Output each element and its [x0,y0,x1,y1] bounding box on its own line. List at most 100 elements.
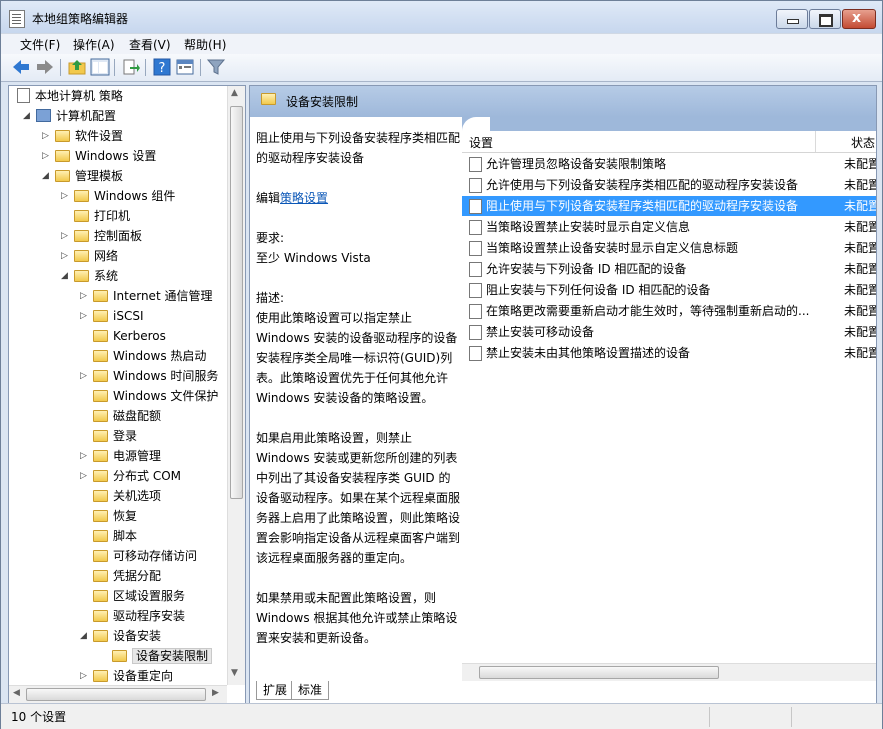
tree-item[interactable]: 区域设置服务 [93,586,185,606]
collapsed-arrow-icon[interactable]: ▷ [80,306,89,326]
tree-item[interactable]: ▷ 电源管理 [80,446,161,466]
policy-setting-icon [469,241,482,256]
tree-item[interactable]: 关机选项 [93,486,161,506]
collapsed-arrow-icon[interactable]: ▷ [80,466,89,486]
collapsed-arrow-icon[interactable]: ▷ [61,226,70,246]
details-header: 设备安装限制 [250,86,876,117]
setting-name: 允许安装与下列设备 ID 相匹配的设备 [486,262,687,276]
edit-policy-link[interactable]: 策略设置 [280,191,328,205]
setting-row[interactable]: 当策略设置禁止设备安装时显示自定义信息标题 未配置 [462,238,876,258]
tree-item[interactable]: ▷ iSCSI [80,306,144,326]
list-horizontal-scrollbar[interactable] [462,663,876,681]
scroll-thumb[interactable] [26,688,206,701]
setting-row[interactable]: 禁止安装可移动设备 未配置 [462,322,876,342]
column-setting[interactable]: 设置 [469,134,493,151]
setting-state: 未配置 [844,157,877,171]
menu-view[interactable]: 查看(V) [129,36,171,53]
collapsed-arrow-icon[interactable]: ▷ [80,366,89,386]
tree-item[interactable]: ▷ Windows 组件 [61,186,175,206]
scroll-thumb[interactable] [230,106,243,499]
tree-item[interactable]: ◢ 设备安装 [80,626,161,646]
collapsed-arrow-icon[interactable]: ▷ [61,246,70,266]
filter-icon[interactable] [206,58,226,76]
tree-item[interactable]: Kerberos [93,326,166,346]
setting-row[interactable]: 阻止安装与下列任何设备 ID 相匹配的设备 未配置 [462,280,876,300]
tree-item[interactable]: 驱动程序安装 [93,606,185,626]
show-tree-icon[interactable] [90,58,110,76]
setting-row[interactable]: 允许使用与下列设备安装程序类相匹配的驱动程序安装设备 未配置 [462,175,876,195]
folder-icon [93,330,108,342]
collapsed-arrow-icon[interactable]: ▷ [80,286,89,306]
tree-item[interactable]: ◢ 计算机配置 [23,106,117,126]
tree-item[interactable]: ▷ 软件设置 [42,126,123,146]
forward-arrow-icon[interactable] [35,58,55,76]
minimize-button[interactable] [776,9,808,29]
collapsed-arrow-icon[interactable]: ▷ [80,666,89,686]
tree-item[interactable]: 本地计算机 策略 [17,86,123,106]
setting-row[interactable]: 当策略设置禁止安装时显示自定义信息 未配置 [462,217,876,237]
tab-extended[interactable]: 扩展 [256,681,295,700]
scroll-up-icon[interactable]: ▲ [231,88,238,98]
setting-row[interactable]: 允许管理员忽略设备安装限制策略 未配置 [462,154,876,174]
export-icon[interactable] [121,58,141,76]
tree-item[interactable]: 登录 [93,426,137,446]
tree-item[interactable]: 凭据分配 [93,566,161,586]
tree-item-label: Kerberos [113,329,166,343]
tree-item[interactable]: ◢ 管理模板 [42,166,123,186]
maximize-button[interactable] [809,9,841,29]
tree-item[interactable]: 设备安装限制 [112,646,213,666]
tree-vertical-scrollbar[interactable]: ▲ ▼ [227,86,245,685]
tree-item[interactable]: ▷ Internet 通信管理 [80,286,213,306]
tree-item[interactable]: ▷ Windows 时间服务 [80,366,218,386]
tab-standard[interactable]: 标准 [291,681,330,700]
tree-item[interactable]: 恢复 [93,506,137,526]
collapsed-arrow-icon[interactable]: ▷ [42,146,51,166]
column-state[interactable]: 状态 [851,134,875,151]
tree-item[interactable]: 脚本 [93,526,137,546]
back-arrow-icon[interactable] [11,58,31,76]
setting-row[interactable]: 在策略更改需要重新启动才能生效时，等待强制重新启动的... 未配置 [462,301,876,321]
tree-item[interactable]: ▷ 分布式 COM [80,466,181,486]
setting-state: 未配置 [844,346,877,360]
menu-action[interactable]: 操作(A) [73,36,115,53]
scroll-right-icon[interactable]: ▶ [212,688,219,698]
tree-item[interactable]: Windows 热启动 [93,346,206,366]
tree-item-label: 分布式 COM [113,469,181,483]
tree-item-label: Internet 通信管理 [113,289,213,303]
collapsed-arrow-icon[interactable]: ▷ [61,186,70,206]
tree-item[interactable]: Windows 文件保护 [93,386,218,406]
tree-item[interactable]: ▷ 控制面板 [61,226,142,246]
menu-file[interactable]: 文件(F) [20,36,60,53]
tree-item[interactable]: 可移动存储访问 [93,546,197,566]
scroll-thumb[interactable] [479,666,719,679]
tree-item[interactable]: ▷ 设备重定向 [80,666,173,686]
setting-row[interactable]: 禁止安装未由其他策略设置描述的设备 未配置 [462,343,876,363]
properties-icon[interactable] [175,58,195,76]
tree-item[interactable]: ▷ 网络 [61,246,118,266]
scroll-left-icon[interactable]: ◀ [13,688,20,698]
collapsed-arrow-icon[interactable]: ▷ [80,446,89,466]
scroll-down-icon[interactable]: ▼ [231,668,238,678]
tree-item[interactable]: ◢ 系统 [61,266,118,286]
folder-icon [93,570,108,582]
tree-item-label: 计算机配置 [56,109,117,123]
up-folder-icon[interactable] [67,58,87,76]
minimize-icon [787,19,799,24]
tree-item[interactable]: 打印机 [74,206,130,226]
expanded-arrow-icon[interactable]: ◢ [42,166,51,186]
collapsed-arrow-icon[interactable]: ▷ [42,126,51,146]
description-paragraph-1: 使用此策略设置可以指定禁止 Windows 安装的设备驱动程序的设备安装程序类全… [256,311,458,405]
setting-row[interactable]: 允许安装与下列设备 ID 相匹配的设备 未配置 [462,259,876,279]
expanded-arrow-icon[interactable]: ◢ [23,106,32,126]
tree-item[interactable]: ▷ Windows 设置 [42,146,156,166]
help-icon[interactable]: ? [152,58,172,76]
setting-state: 未配置 [844,304,877,318]
tree-item-label: 驱动程序安装 [113,609,186,623]
expanded-arrow-icon[interactable]: ◢ [61,266,70,286]
tree-item[interactable]: 磁盘配额 [93,406,161,426]
tree-horizontal-scrollbar[interactable]: ◀ ▶ [9,685,227,703]
close-button[interactable]: x [842,9,876,29]
menu-help[interactable]: 帮助(H) [184,36,226,53]
setting-row[interactable]: 阻止使用与下列设备安装程序类相匹配的驱动程序安装设备 未配置 [462,196,876,216]
expanded-arrow-icon[interactable]: ◢ [80,626,89,646]
